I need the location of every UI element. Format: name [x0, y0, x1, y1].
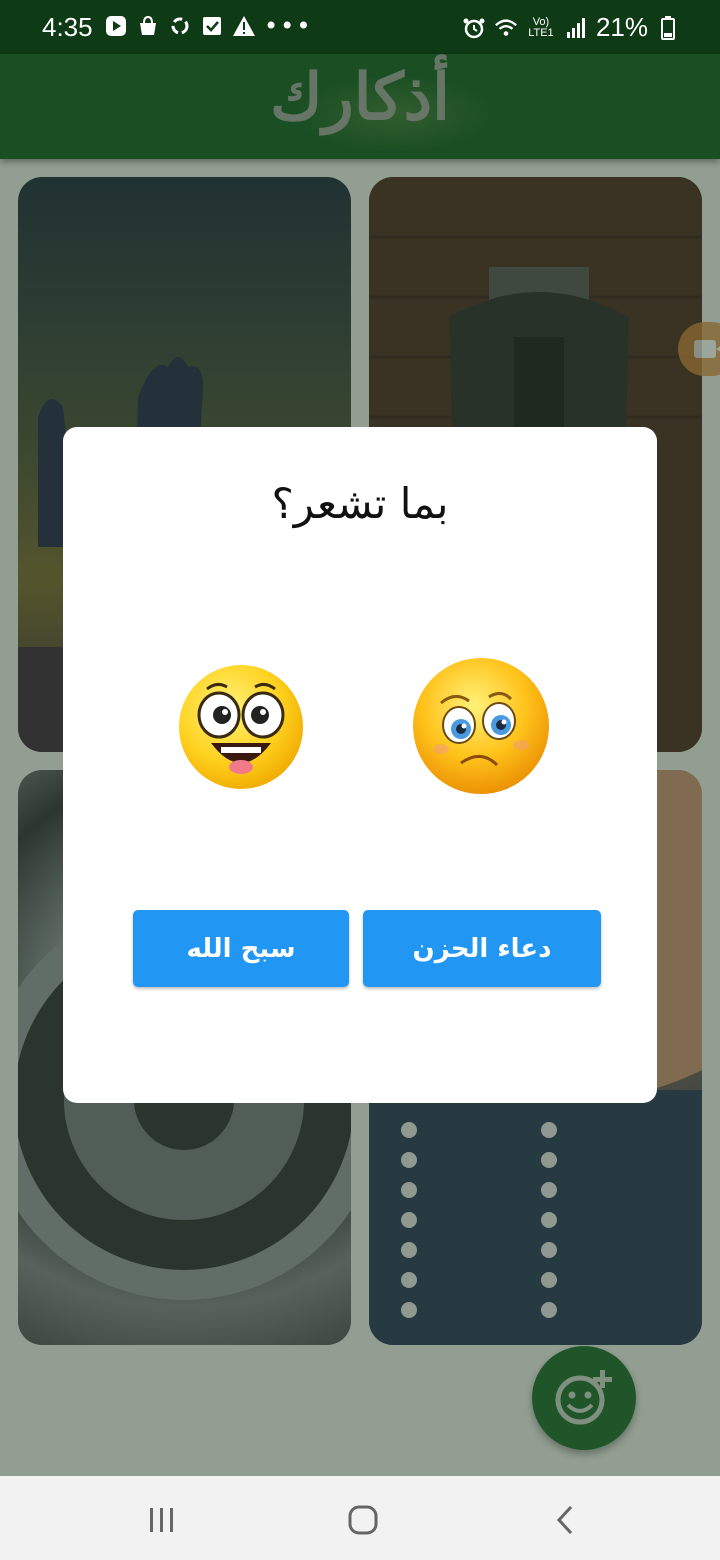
status-bar: 4:35 ••• Vo) LTE1 21%	[0, 0, 720, 54]
system-nav-bar	[0, 1476, 720, 1560]
home-icon[interactable]	[343, 1500, 383, 1540]
battery-percent: 21%	[595, 12, 648, 42]
notification-icons: •••	[104, 14, 312, 38]
checkbox-icon	[200, 14, 224, 38]
grief-dua-button[interactable]: دعاء الحزن	[363, 910, 601, 987]
back-icon[interactable]	[545, 1500, 585, 1540]
sad-face-icon[interactable]	[411, 655, 551, 797]
tasbih-button[interactable]: سبح الله	[133, 910, 349, 987]
wifi-icon	[494, 16, 518, 40]
bag-icon	[136, 14, 160, 38]
sync-icon	[168, 14, 192, 38]
network-label: Vo) LTE1	[528, 15, 554, 39]
battery-icon	[656, 15, 680, 40]
system-icons: Vo) LTE1 21%	[462, 12, 680, 43]
mood-dialog: بما تشعر؟ سبح الله دعاء الحزن	[63, 427, 657, 1103]
alarm-icon	[462, 16, 486, 40]
dialog-title: بما تشعر؟	[271, 479, 449, 528]
happy-face-icon[interactable]	[177, 663, 305, 791]
more-notifications: •••	[264, 12, 313, 40]
play-store-icon	[104, 14, 128, 38]
status-time: 4:35	[42, 12, 93, 42]
signal-icon	[564, 16, 588, 40]
recent-apps-icon[interactable]	[142, 1500, 182, 1540]
warning-icon	[232, 14, 256, 38]
